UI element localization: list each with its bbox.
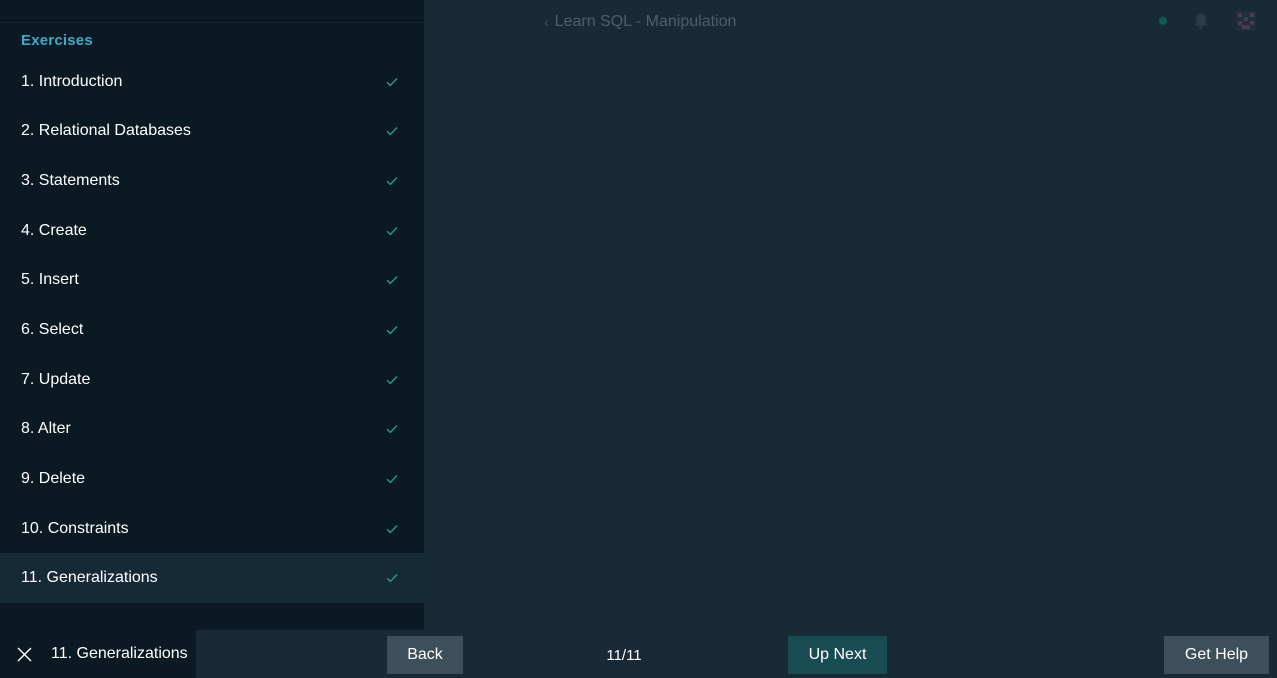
avatar-icon[interactable] <box>1235 10 1257 32</box>
main-content: ‹ Learn SQL - Manipulation <box>424 0 1277 630</box>
exercise-label: 6. Select <box>21 321 84 339</box>
sidebar-heading: Exercises <box>21 32 93 49</box>
exercise-label: 10. Constraints <box>21 519 129 537</box>
current-exercise-label: 11. Generalizations <box>51 645 188 662</box>
bottom-bar: 11. Generalizations Back 11/11 Up Next G… <box>0 630 1277 678</box>
check-icon <box>386 326 398 335</box>
exercise-item[interactable]: 3. Statements <box>0 156 424 206</box>
exercise-label: 1. Introduction <box>21 72 123 90</box>
check-icon <box>386 77 398 87</box>
exercise-item[interactable]: 10. Constraints <box>0 504 424 554</box>
close-button[interactable] <box>0 630 48 678</box>
progress-counter: 11/11 <box>606 646 642 664</box>
bell-icon[interactable] <box>1193 12 1209 30</box>
check-icon <box>386 474 398 484</box>
divider <box>0 22 424 23</box>
exercises-sidebar: Exercises 1. Introduction 2. Relational D… <box>0 0 424 630</box>
chevron-left-icon[interactable]: ‹ <box>544 14 549 30</box>
exercise-label: 5. Insert <box>21 271 79 289</box>
course-breadcrumb[interactable]: ‹ Learn SQL - Manipulation <box>544 13 736 31</box>
exercise-item[interactable]: 11. Generalizations <box>0 553 424 604</box>
close-icon <box>17 647 31 661</box>
check-icon <box>386 276 398 285</box>
exercise-item[interactable]: 7. Update <box>0 355 424 405</box>
get-help-button[interactable]: Get Help <box>1164 636 1269 674</box>
current-exercise-panel: 11. Generalizations <box>0 630 196 678</box>
exercise-item[interactable]: 6. Select <box>0 305 424 355</box>
check-icon <box>386 226 398 236</box>
back-button[interactable]: Back <box>387 636 463 674</box>
check-icon <box>386 375 398 384</box>
check-icon <box>386 127 398 136</box>
course-title: Learn SQL - Manipulation <box>554 13 737 30</box>
exercise-item[interactable]: 4. Create <box>0 206 424 256</box>
exercise-item[interactable]: 8. Alter <box>0 404 424 454</box>
check-icon <box>386 524 398 533</box>
exercise-label: 4. Create <box>21 221 87 239</box>
exercise-item[interactable]: 2. Relational Databases <box>0 107 424 157</box>
exercise-item[interactable]: 9. Delete <box>0 454 424 504</box>
header-icons <box>1159 10 1257 32</box>
status-dot-icon <box>1159 17 1167 25</box>
exercise-label: 11. Generalizations <box>21 569 158 587</box>
exercise-label: 8. Alter <box>21 420 71 438</box>
exercise-label: 9. Delete <box>21 469 86 487</box>
exercise-list: 1. Introduction 2. Relational Databases 3.… <box>0 57 424 604</box>
exercise-label: 2. Relational Databases <box>21 122 191 140</box>
exercise-label: 7. Update <box>21 370 91 388</box>
exercise-label: 3. Statements <box>21 172 120 190</box>
check-icon <box>386 574 398 583</box>
check-icon <box>386 177 398 186</box>
exercise-item[interactable]: 1. Introduction <box>0 57 424 107</box>
exercise-item[interactable]: 5. Insert <box>0 256 424 306</box>
up-next-button[interactable]: Up Next <box>788 636 887 674</box>
check-icon <box>386 425 398 434</box>
